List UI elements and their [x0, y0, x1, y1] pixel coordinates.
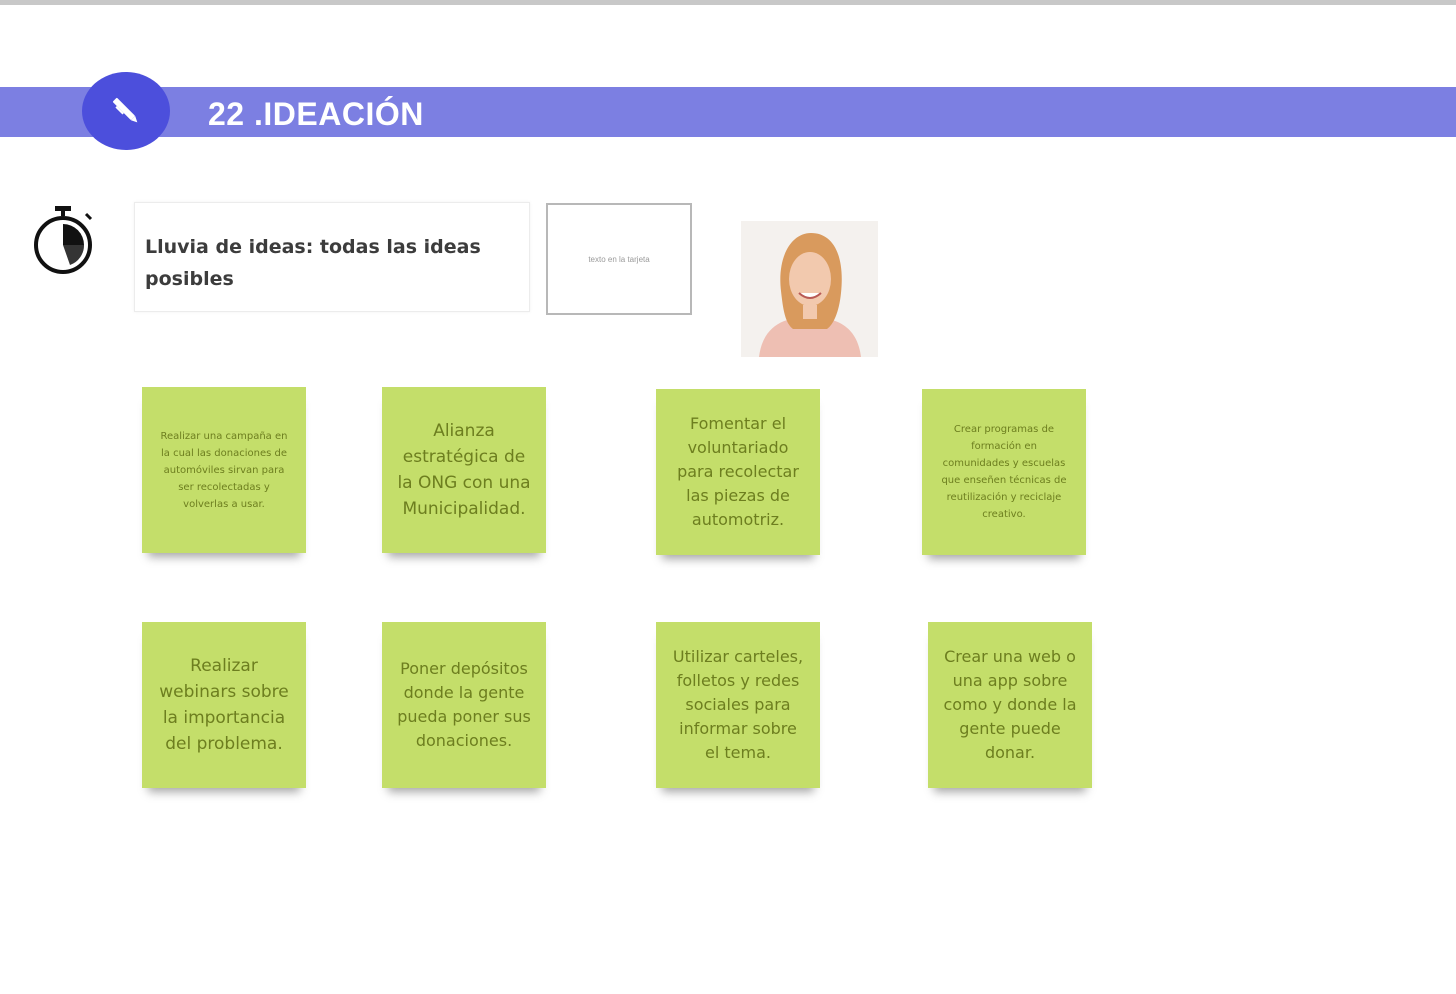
top-border — [0, 0, 1456, 5]
sticky-note: Fomentar el voluntariado para recolectar… — [656, 389, 820, 555]
sticky-note: Alianza estratégica de la ONG con una Mu… — [382, 387, 546, 553]
sticky-note: Realizar una campaña en la cual las dona… — [142, 387, 306, 553]
stopwatch-icon — [28, 204, 98, 276]
sticky-note: Crear programas de formación en comunida… — [922, 389, 1086, 555]
prompt-card: Lluvia de ideas: todas las ideas posible… — [134, 202, 530, 312]
sticky-note: Crear una web o una app sobre como y don… — [928, 622, 1092, 788]
person-photo — [741, 221, 878, 357]
section-title: 22 .IDEACIÓN — [208, 96, 424, 132]
placeholder-card-text: texto en la tarjeta — [588, 254, 650, 264]
placeholder-card: texto en la tarjeta — [546, 203, 692, 315]
sticky-note: Utilizar carteles, folletos y redes soci… — [656, 622, 820, 788]
sticky-note: Realizar webinars sobre la importancia d… — [142, 622, 306, 788]
sticky-note: Poner depósitos donde la gente pueda pon… — [382, 622, 546, 788]
pencil-icon — [112, 97, 138, 123]
section-icon-circle — [82, 72, 170, 150]
